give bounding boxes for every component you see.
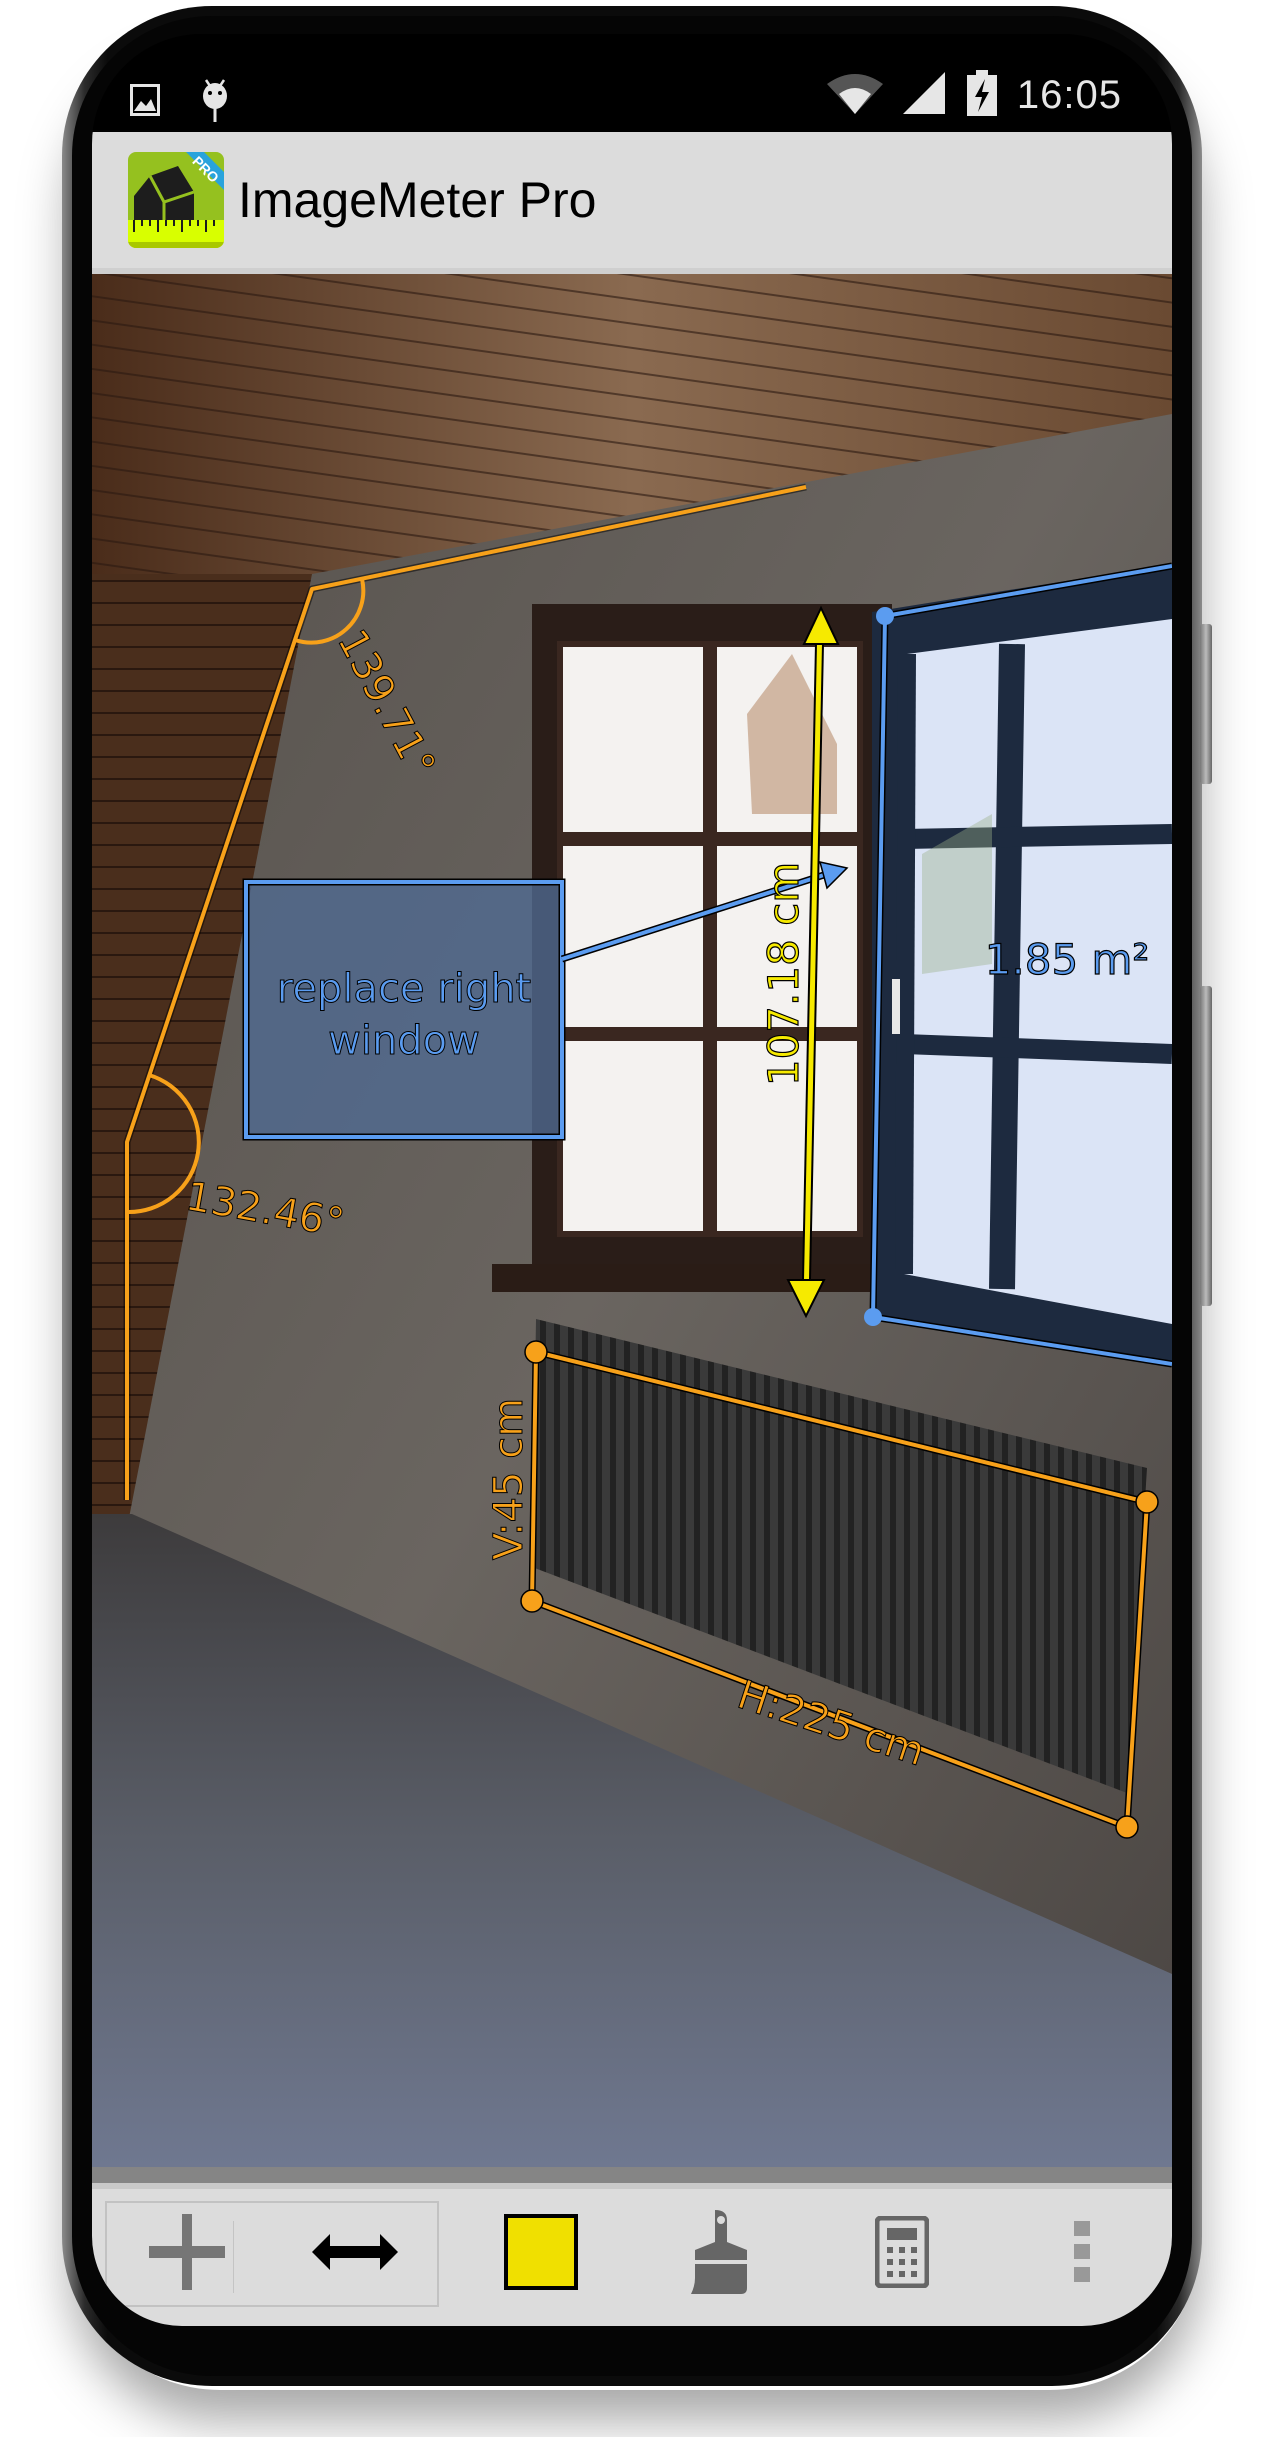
double-arrow-icon bbox=[312, 2233, 398, 2275]
area-handle[interactable] bbox=[876, 607, 894, 625]
android-debug-icon bbox=[200, 76, 230, 129]
color-swatch-icon bbox=[504, 2213, 578, 2295]
radiator-handle[interactable] bbox=[520, 1589, 544, 1613]
image-notification-icon bbox=[130, 84, 160, 121]
wifi-icon bbox=[826, 72, 883, 119]
area-label: 1.85 m² bbox=[985, 935, 1150, 984]
imagemeter-pro-logo-icon[interactable]: PRO bbox=[128, 152, 224, 248]
plus-icon bbox=[149, 2213, 225, 2295]
calculator-icon bbox=[874, 2215, 930, 2293]
radiator-handle[interactable] bbox=[524, 1340, 548, 1364]
phone-screen: 16:05 PRO ImageMeter Pro 139.71° 132.46°… bbox=[92, 34, 1172, 2326]
color-picker[interactable] bbox=[486, 2201, 596, 2307]
divider bbox=[92, 2167, 1172, 2183]
power-button bbox=[1200, 986, 1212, 1306]
bottom-toolbar bbox=[92, 2189, 1172, 2326]
paintbrush-icon bbox=[691, 2209, 751, 2299]
battery-charging-icon bbox=[966, 70, 997, 121]
radiator-handle[interactable] bbox=[1135, 1490, 1159, 1514]
note-text-line1: replace right bbox=[277, 966, 532, 1012]
height-label: 107.18 cm bbox=[759, 862, 808, 1086]
calculator-tool[interactable] bbox=[847, 2201, 957, 2307]
cell-signal-icon bbox=[902, 72, 947, 119]
photo-canvas[interactable]: 139.71° 132.46° replace right window 107… bbox=[92, 274, 1172, 2167]
status-bar: 16:05 bbox=[92, 34, 1172, 132]
radiator-handle[interactable] bbox=[1115, 1815, 1139, 1839]
measure-line-tool[interactable] bbox=[300, 2201, 410, 2307]
volume-button bbox=[1200, 624, 1212, 784]
more-vertical-icon bbox=[1074, 2220, 1090, 2288]
add-point-tool[interactable] bbox=[132, 2201, 242, 2307]
overflow-menu[interactable] bbox=[1027, 2201, 1137, 2307]
note-text-line2: window bbox=[328, 1018, 480, 1064]
clock: 16:05 bbox=[1016, 73, 1122, 117]
app-title: ImageMeter Pro bbox=[238, 172, 597, 228]
style-brush-tool[interactable] bbox=[666, 2201, 776, 2307]
radiator-vertical-label: V:45 cm bbox=[486, 1398, 532, 1560]
area-handle[interactable] bbox=[864, 1308, 882, 1326]
app-bar: PRO ImageMeter Pro bbox=[92, 132, 1172, 274]
